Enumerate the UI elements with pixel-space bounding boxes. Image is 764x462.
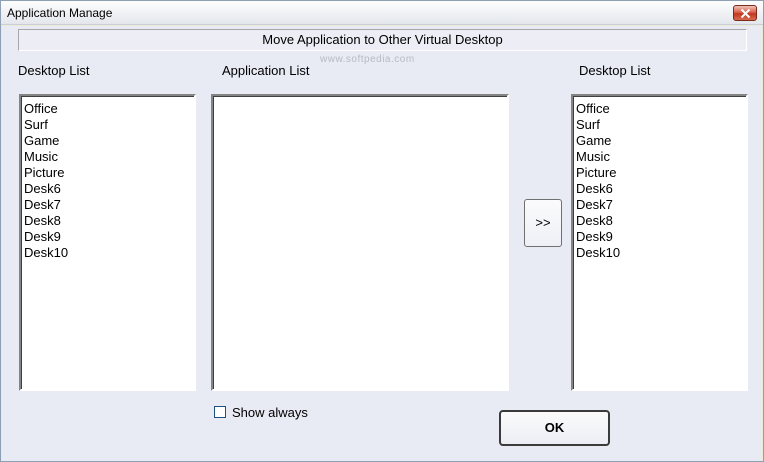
list-item[interactable]: Desk9 [24, 229, 194, 245]
list-item[interactable]: Office [24, 101, 194, 117]
list-item[interactable]: Music [24, 149, 194, 165]
list-item[interactable]: Music [576, 149, 746, 165]
list-item[interactable]: Desk10 [24, 245, 194, 261]
list-item[interactable]: Desk8 [576, 213, 746, 229]
list-item[interactable]: Desk8 [24, 213, 194, 229]
list-item[interactable]: Desk7 [576, 197, 746, 213]
list-item[interactable]: Desk6 [24, 181, 194, 197]
dialog-body: Move Application to Other Virtual Deskto… [2, 26, 762, 461]
show-always-checkbox[interactable] [214, 406, 226, 418]
list-item[interactable]: Desk10 [576, 245, 746, 261]
application-manage-window: Application Manage Move Application to O… [0, 0, 764, 462]
window-title: Application Manage [7, 6, 113, 20]
watermark: www.softpedia.com [320, 54, 415, 65]
list-item[interactable]: Picture [24, 165, 194, 181]
move-to-desktop-button[interactable]: >> [524, 199, 562, 247]
right-desktop-list[interactable]: Office Surf Game Music Picture Desk6 Des… [571, 94, 748, 391]
header-title: Move Application to Other Virtual Deskto… [18, 29, 747, 51]
list-item[interactable]: Surf [24, 117, 194, 133]
list-item[interactable]: Desk9 [576, 229, 746, 245]
close-icon [740, 8, 751, 19]
list-item[interactable]: Picture [576, 165, 746, 181]
list-item[interactable]: Game [576, 133, 746, 149]
ok-button[interactable]: OK [499, 410, 610, 446]
show-always-label[interactable]: Show always [232, 405, 308, 420]
right-desktop-list-label: Desktop List [579, 63, 651, 78]
left-desktop-list[interactable]: Office Surf Game Music Picture Desk6 Des… [19, 94, 196, 391]
application-list[interactable] [211, 94, 509, 391]
list-item[interactable]: Office [576, 101, 746, 117]
list-item[interactable]: Surf [576, 117, 746, 133]
application-list-label: Application List [222, 63, 310, 78]
left-desktop-list-label: Desktop List [18, 63, 90, 78]
list-item[interactable]: Game [24, 133, 194, 149]
list-item[interactable]: Desk6 [576, 181, 746, 197]
title-bar[interactable]: Application Manage [1, 1, 763, 25]
close-button[interactable] [733, 5, 757, 21]
list-item[interactable]: Desk7 [24, 197, 194, 213]
